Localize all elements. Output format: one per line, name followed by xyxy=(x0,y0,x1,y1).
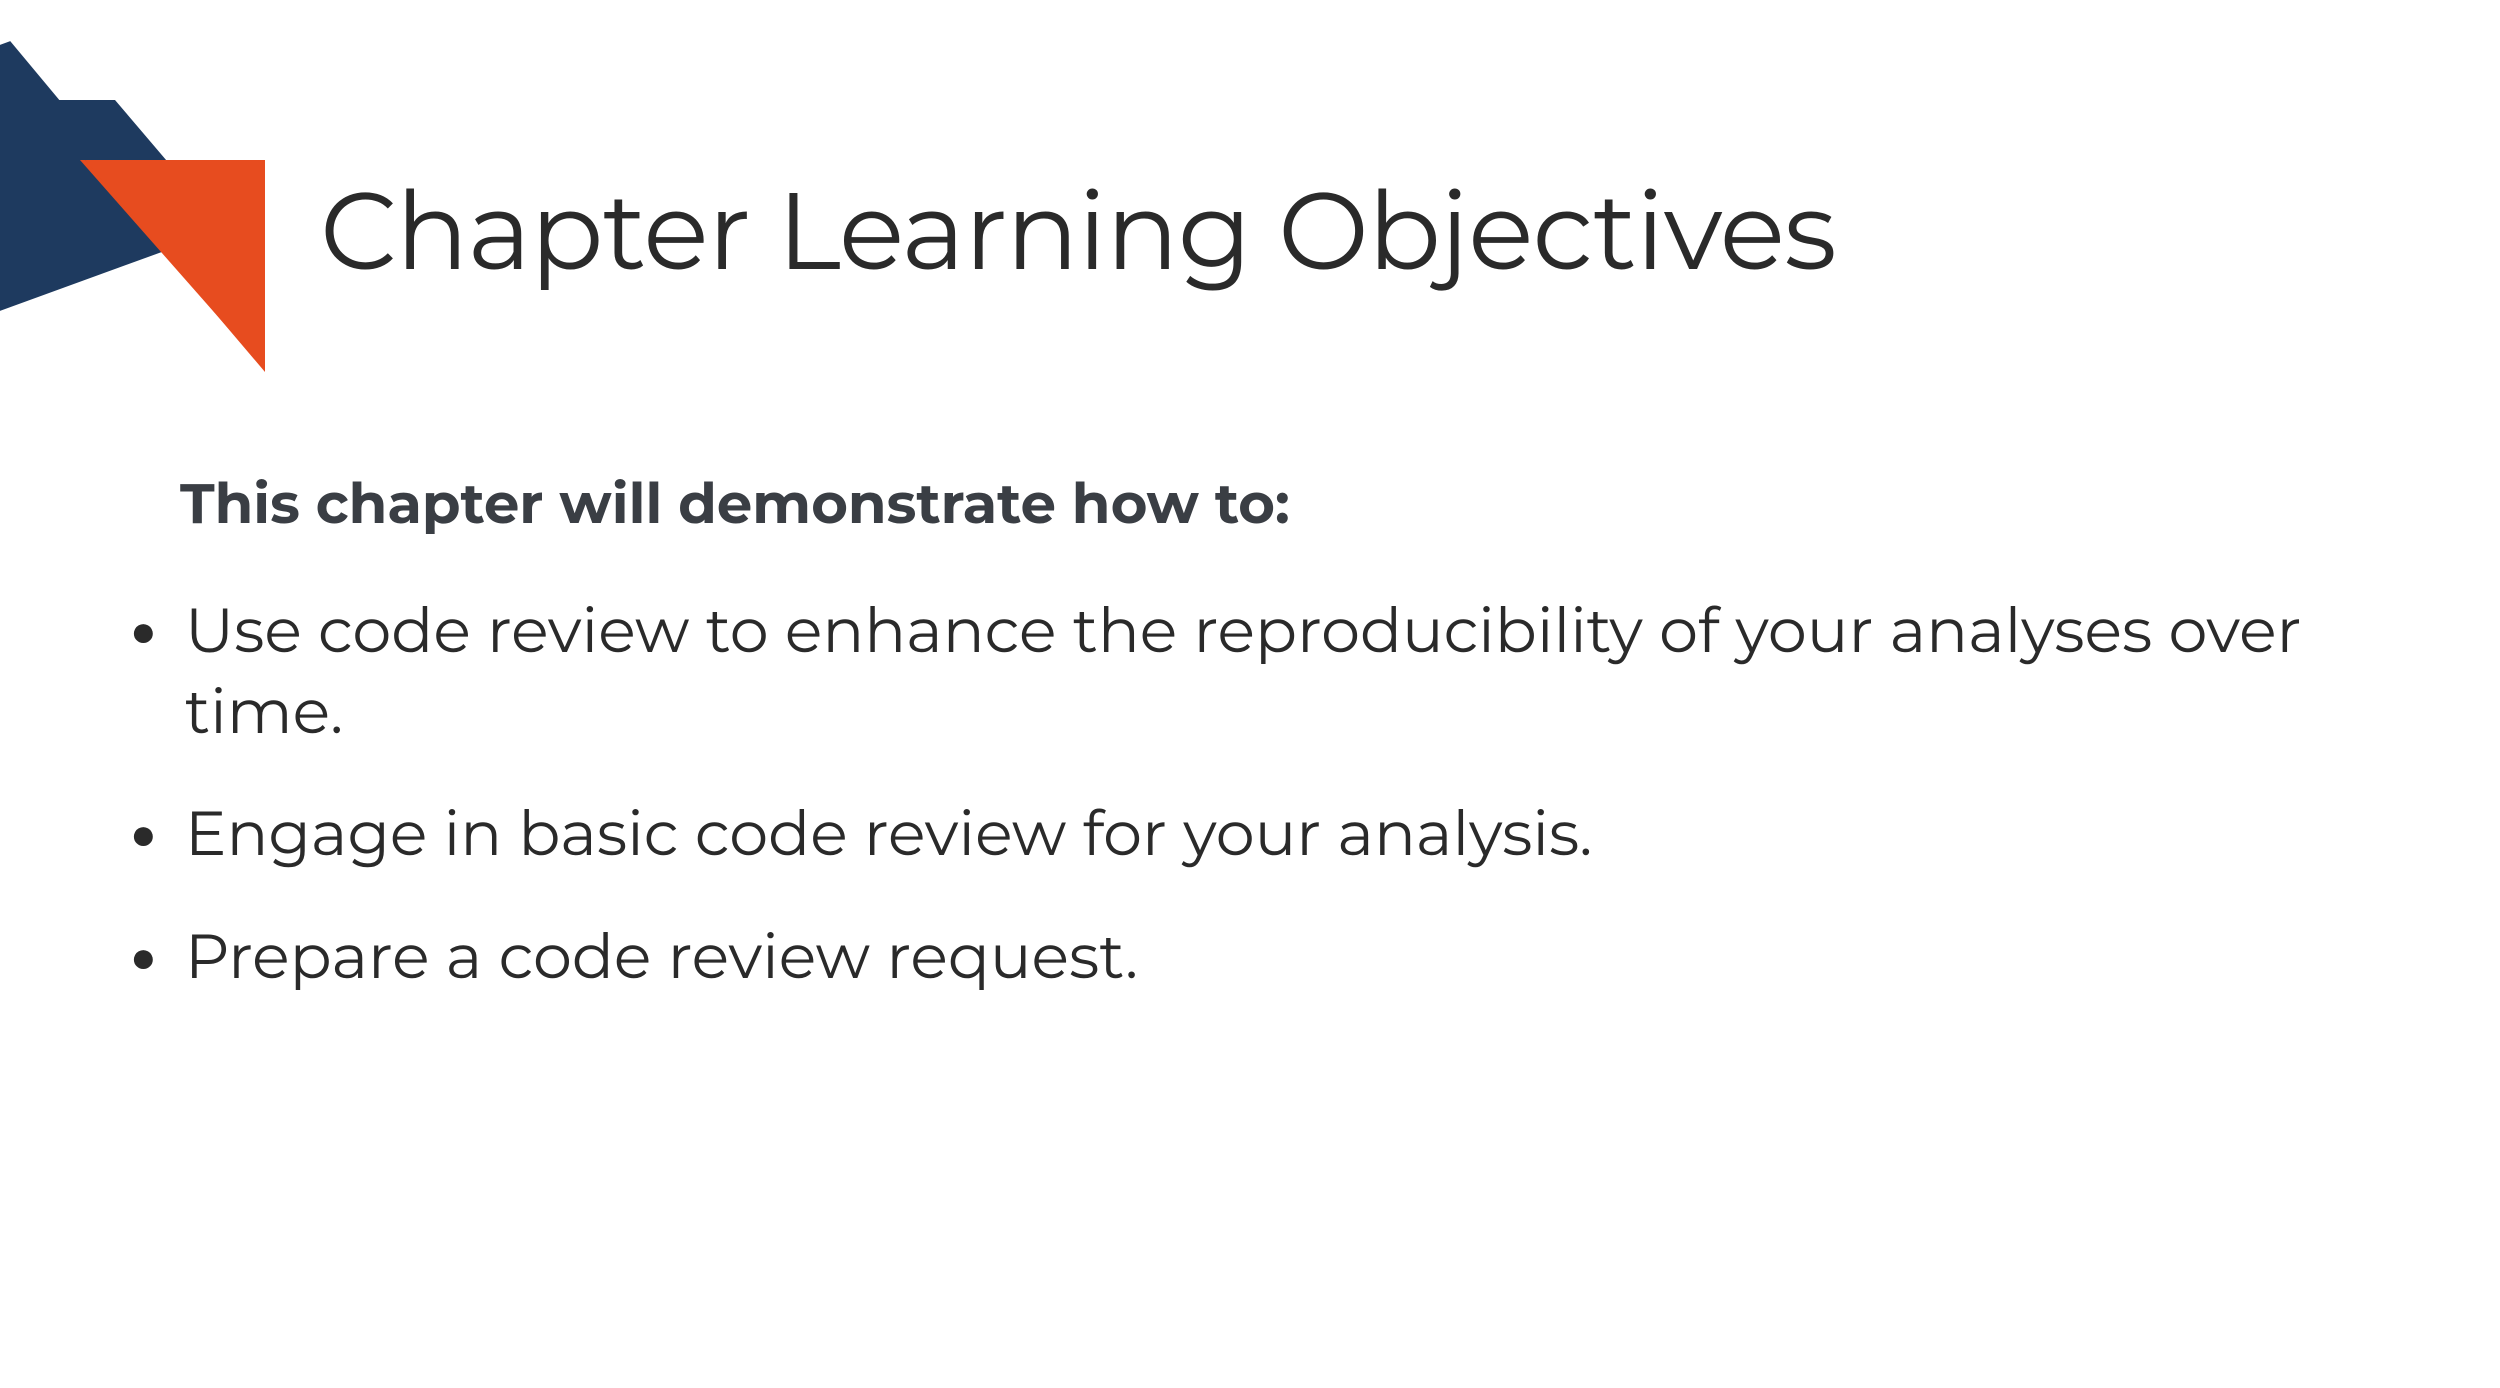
corner-decoration-svg xyxy=(0,0,300,400)
page-title: Chapter Learning Objectives xyxy=(320,165,1836,297)
objectives-list: Use code review to enhance the reproduci… xyxy=(130,590,2370,1038)
objective-item: Prepare a code review request. xyxy=(130,916,2370,997)
intro-text: This chapter will demonstrate how to: xyxy=(180,470,1290,538)
corner-decoration xyxy=(0,0,300,400)
objective-item: Use code review to enhance the reproduci… xyxy=(130,590,2370,751)
objective-item: Engage in basic code review for your ana… xyxy=(130,793,2370,874)
